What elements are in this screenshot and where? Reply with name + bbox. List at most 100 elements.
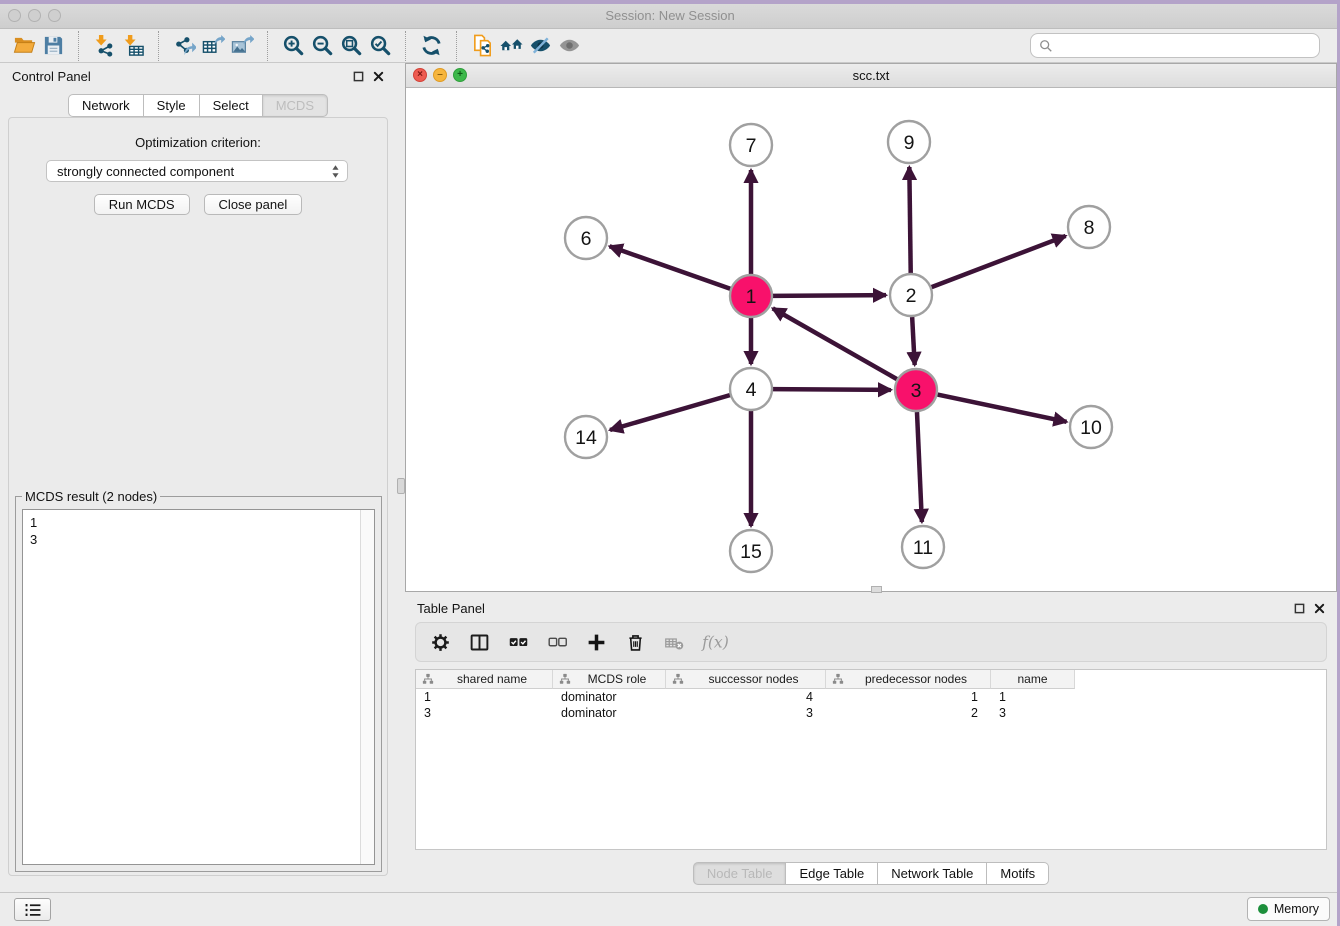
column-header-name[interactable]: name bbox=[991, 670, 1075, 689]
tab-select[interactable]: Select bbox=[200, 94, 263, 117]
duplicate-network-icon bbox=[471, 34, 494, 57]
select-all-icon bbox=[508, 632, 529, 653]
graph-edge-4-14[interactable] bbox=[610, 395, 730, 430]
network-close-button[interactable]: × bbox=[413, 68, 427, 82]
tab-edge-table[interactable]: Edge Table bbox=[786, 862, 878, 885]
graph-node-label: 6 bbox=[581, 228, 592, 250]
table-cell[interactable]: 3 bbox=[991, 705, 1075, 721]
tab-style[interactable]: Style bbox=[144, 94, 200, 117]
column-header-predecessor-nodes[interactable]: predecessor nodes bbox=[826, 670, 991, 689]
select-chevrons-icon bbox=[331, 164, 340, 179]
table-cell[interactable]: 3 bbox=[666, 705, 826, 721]
tab-motifs[interactable]: Motifs bbox=[987, 862, 1049, 885]
graph-edge-3-10[interactable] bbox=[938, 395, 1067, 422]
graph-node-9[interactable]: 9 bbox=[888, 121, 930, 163]
column-header-shared-name[interactable]: shared name bbox=[416, 670, 553, 689]
graph-node-1[interactable]: 1 bbox=[730, 275, 772, 317]
column-tree-icon bbox=[422, 673, 434, 685]
close-table-panel-icon[interactable] bbox=[1314, 603, 1325, 614]
import-table-button[interactable] bbox=[119, 31, 148, 60]
save-session-button[interactable] bbox=[39, 31, 68, 60]
mcds-result-box[interactable]: 13 bbox=[22, 509, 375, 865]
search-input[interactable] bbox=[1059, 37, 1311, 54]
table-mode-button[interactable] bbox=[428, 630, 453, 655]
table-cell[interactable]: 1 bbox=[416, 689, 553, 705]
minimize-window-button[interactable] bbox=[28, 9, 41, 22]
graph-node-4[interactable]: 4 bbox=[730, 368, 772, 410]
zoom-fit-button[interactable] bbox=[337, 31, 366, 60]
create-column-button[interactable] bbox=[584, 630, 609, 655]
export-network-button[interactable] bbox=[170, 31, 199, 60]
graph-edge-1-2[interactable] bbox=[773, 295, 886, 296]
search-field[interactable] bbox=[1030, 33, 1320, 58]
network-minimize-button[interactable]: – bbox=[433, 68, 447, 82]
toolbar-separator bbox=[158, 31, 160, 61]
hide-selected-button[interactable] bbox=[526, 31, 555, 60]
deselect-all-icon bbox=[547, 632, 568, 653]
zoom-window-button[interactable] bbox=[48, 9, 61, 22]
criterion-select[interactable]: strongly connected component bbox=[46, 160, 348, 182]
task-history-button[interactable] bbox=[14, 898, 51, 921]
close-panel-icon[interactable] bbox=[373, 71, 384, 82]
graph-edge-3-11[interactable] bbox=[917, 412, 922, 522]
open-session-button[interactable] bbox=[10, 31, 39, 60]
graph-node-15[interactable]: 15 bbox=[730, 530, 772, 572]
close-panel-button[interactable]: Close panel bbox=[204, 194, 303, 215]
import-network-button[interactable] bbox=[90, 31, 119, 60]
table-cell[interactable]: 3 bbox=[416, 705, 553, 721]
zoom-out-button[interactable] bbox=[308, 31, 337, 60]
delete-columns-button[interactable] bbox=[623, 630, 648, 655]
graph-edge-2-3[interactable] bbox=[912, 317, 915, 365]
table-cell[interactable]: dominator bbox=[553, 705, 666, 721]
graph-node-14[interactable]: 14 bbox=[565, 416, 607, 458]
export-image-button[interactable] bbox=[228, 31, 257, 60]
run-mcds-button[interactable]: Run MCDS bbox=[94, 194, 190, 215]
tab-network-table[interactable]: Network Table bbox=[878, 862, 987, 885]
network-canvas[interactable]: 7 9 6 8 1 2 4 3 14 10 15 11 bbox=[406, 87, 1336, 591]
zoom-selected-button[interactable] bbox=[366, 31, 395, 60]
show-columns-button[interactable] bbox=[467, 630, 492, 655]
table-row[interactable]: 1dominator411 bbox=[416, 689, 1326, 705]
duplicate-network-button[interactable] bbox=[468, 31, 497, 60]
graph-node-7[interactable]: 7 bbox=[730, 124, 772, 166]
float-panel-icon[interactable] bbox=[353, 71, 364, 82]
graph-node-10[interactable]: 10 bbox=[1070, 406, 1112, 448]
delete-table-icon bbox=[664, 632, 685, 653]
graph-edge-4-3[interactable] bbox=[773, 389, 891, 390]
graph-node-8[interactable]: 8 bbox=[1068, 206, 1110, 248]
column-header-mcds-role[interactable]: MCDS role bbox=[553, 670, 666, 689]
panel-splitter-handle[interactable] bbox=[397, 478, 405, 494]
zoom-selected-icon bbox=[369, 34, 392, 57]
graph-edge-2-8[interactable] bbox=[932, 236, 1066, 287]
column-header-successor-nodes[interactable]: successor nodes bbox=[666, 670, 826, 689]
float-table-panel-icon[interactable] bbox=[1294, 603, 1305, 614]
result-scrollbar[interactable] bbox=[360, 510, 374, 864]
table-cell[interactable]: 4 bbox=[666, 689, 826, 705]
tab-mcds[interactable]: MCDS bbox=[263, 94, 328, 117]
table-cell[interactable]: 1 bbox=[991, 689, 1075, 705]
graph-node-11[interactable]: 11 bbox=[902, 526, 944, 568]
table-cell[interactable]: 2 bbox=[826, 705, 991, 721]
first-neighbors-button[interactable] bbox=[497, 31, 526, 60]
select-all-columns-button[interactable] bbox=[506, 630, 531, 655]
network-maximize-button[interactable]: + bbox=[453, 68, 467, 82]
graph-node-2[interactable]: 2 bbox=[890, 274, 932, 316]
export-table-button[interactable] bbox=[199, 31, 228, 60]
table-row[interactable]: 3dominator323 bbox=[416, 705, 1326, 721]
network-resize-handle[interactable] bbox=[871, 586, 882, 593]
tab-node-table[interactable]: Node Table bbox=[693, 862, 787, 885]
table-cell[interactable]: 1 bbox=[826, 689, 991, 705]
graph-edge-2-9[interactable] bbox=[909, 167, 910, 273]
table-cell[interactable]: dominator bbox=[553, 689, 666, 705]
graph-edge-3-1[interactable] bbox=[773, 308, 897, 379]
deselect-all-columns-button[interactable] bbox=[545, 630, 570, 655]
zoom-in-button[interactable] bbox=[279, 31, 308, 60]
graph-node-3[interactable]: 3 bbox=[895, 369, 937, 411]
close-window-button[interactable] bbox=[8, 9, 21, 22]
memory-button[interactable]: Memory bbox=[1247, 897, 1330, 921]
tab-network[interactable]: Network bbox=[68, 94, 144, 117]
graph-node-6[interactable]: 6 bbox=[565, 217, 607, 259]
graph-edge-1-6[interactable] bbox=[610, 246, 731, 288]
function-builder-button: f(x) bbox=[701, 630, 726, 655]
refresh-network-button[interactable] bbox=[417, 31, 446, 60]
